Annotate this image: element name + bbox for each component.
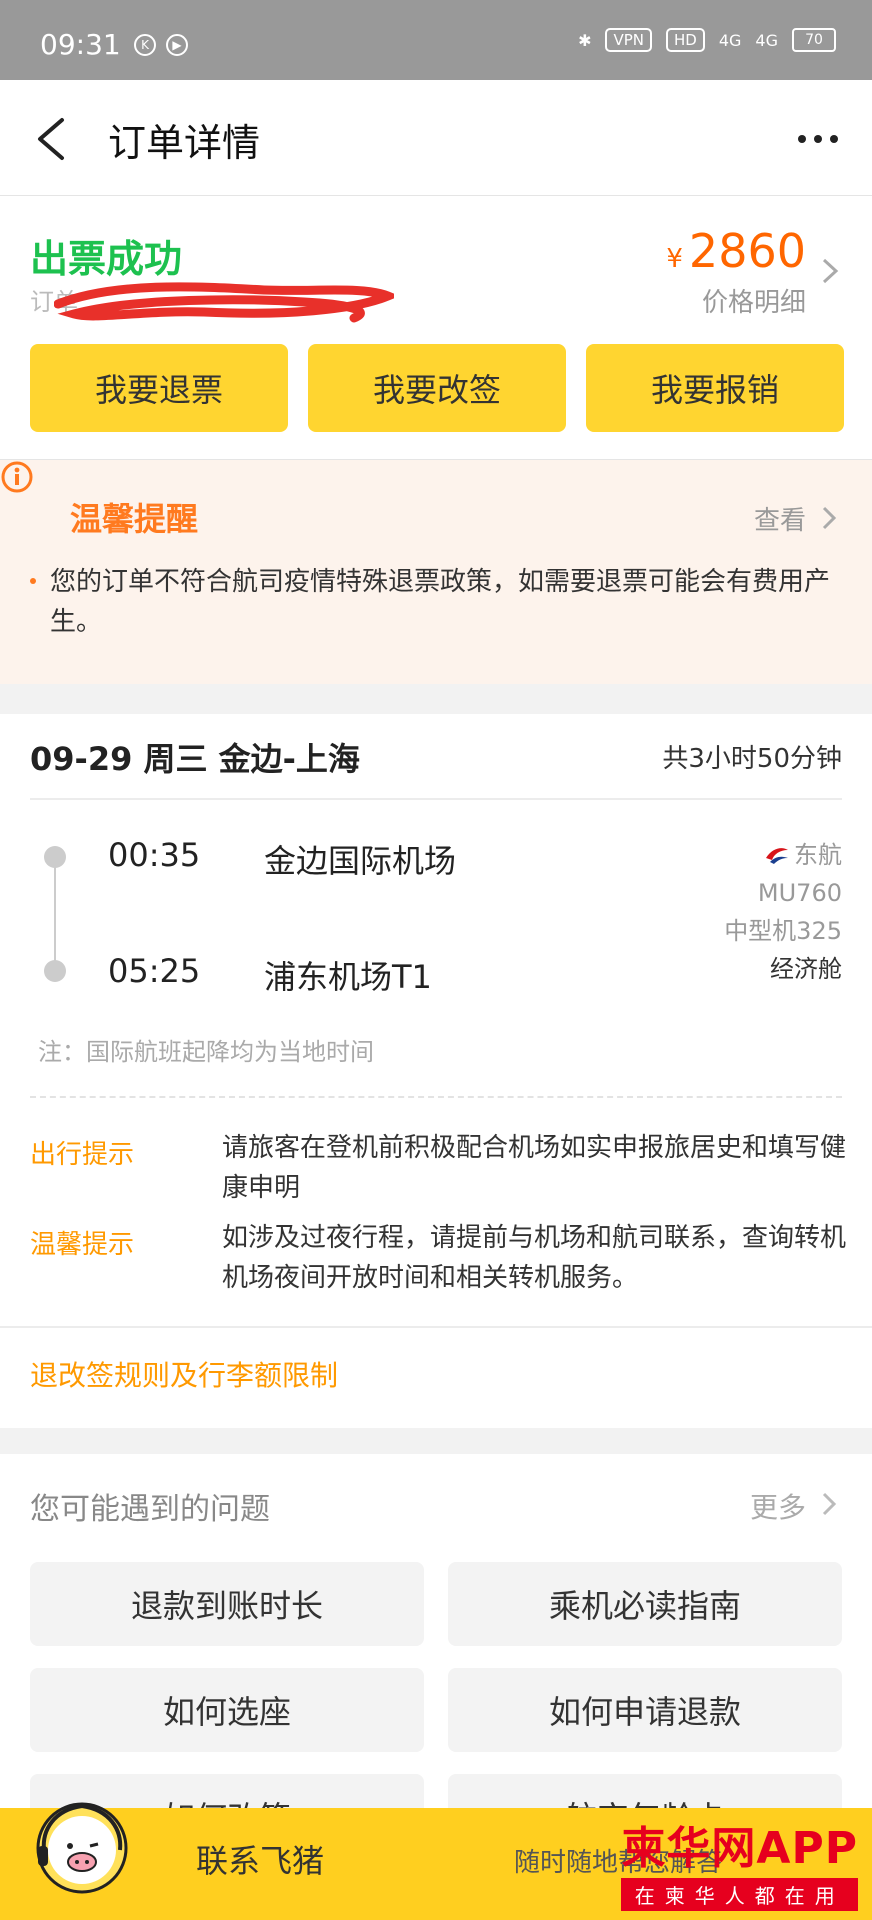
- action-buttons: 我要退票 我要改签 我要报销: [30, 344, 844, 432]
- chevron-right-icon[interactable]: [820, 256, 840, 286]
- back-arrow-icon[interactable]: [30, 114, 74, 164]
- battery-icon: 70: [792, 28, 836, 52]
- arrival-dot: [44, 960, 66, 982]
- change-ticket-button[interactable]: 我要改签: [308, 344, 566, 432]
- aircraft-type: 中型机325: [724, 917, 842, 945]
- warm-hint-text: 如涉及过夜行程，请提前与机场和航司联系，查询转机机场夜间开放时间和相关转机服务。: [222, 1223, 847, 1293]
- travel-hint-label: 出行提示: [30, 1140, 135, 1170]
- faq-title: 您可能遇到的问题: [30, 1492, 270, 1527]
- local-time-note: 注：国际航班起降均为当地时间: [38, 1038, 374, 1066]
- order-price[interactable]: ¥2860: [666, 224, 806, 278]
- arrival-time: 05:25: [108, 952, 201, 990]
- airline-name: 东航: [794, 841, 842, 869]
- reminder-text: 您的订单不符合航司疫情特殊退票政策，如需要退票可能会有费用产生。: [50, 567, 831, 637]
- fliggy-avatar-icon: [36, 1802, 128, 1894]
- faq-item[interactable]: 乘机必读指南: [448, 1562, 842, 1646]
- bluetooth-icon: ✱: [578, 30, 592, 50]
- play-icon: ▶: [166, 34, 188, 56]
- timeline-line: [54, 856, 56, 970]
- rules-link[interactable]: 退改签规则及行李额限制: [30, 1354, 338, 1394]
- redaction-scribble: [54, 282, 394, 323]
- departure-dot: [44, 846, 66, 868]
- flight-duration: 共3小时50分钟: [662, 744, 842, 774]
- refund-button[interactable]: 我要退票: [30, 344, 288, 432]
- dashed-divider: [30, 1096, 842, 1098]
- divider: [30, 798, 842, 800]
- info-icon: [1, 461, 33, 493]
- 4g-signal-icon: 4G: [718, 30, 742, 50]
- faq-more-link[interactable]: 更多: [750, 1486, 806, 1526]
- chevron-right-icon[interactable]: [820, 504, 838, 532]
- more-icon[interactable]: [794, 114, 842, 164]
- watermark-sub: 在柬华人都在用: [621, 1878, 858, 1911]
- faq-item[interactable]: 如何选座: [30, 1668, 424, 1752]
- chevron-right-icon[interactable]: [820, 1490, 838, 1518]
- price-detail-link[interactable]: 价格明细: [702, 282, 806, 319]
- 4g-signal-icon: 4G: [755, 30, 778, 50]
- reminder-view-link[interactable]: 查看: [754, 500, 806, 537]
- ticket-status: 出票成功: [30, 237, 183, 281]
- arrival-airport: 浦东机场T1: [264, 958, 432, 996]
- contact-fliggy-label[interactable]: 联系飞猪: [196, 1836, 324, 1882]
- departure-airport: 金边国际机场: [264, 842, 457, 880]
- status-bar: 09:31 K ▶ ✱ VPN HD 4G 4G 70: [0, 0, 872, 80]
- page-title: 订单详情: [108, 121, 261, 165]
- hd-icon: HD: [666, 28, 705, 52]
- watermark-main: 柬华网APP: [621, 1823, 858, 1874]
- watermark-logo: 柬华网APP 在柬华人都在用: [621, 1812, 858, 1911]
- k-icon: K: [134, 34, 156, 56]
- warm-hint-label: 温馨提示: [30, 1230, 135, 1260]
- vpn-icon: VPN: [605, 28, 652, 52]
- reminder-title: 温馨提醒: [70, 500, 199, 538]
- faq-item[interactable]: 退款到账时长: [30, 1562, 424, 1646]
- flight-number: MU760: [757, 879, 842, 907]
- status-time: 09:31: [40, 28, 121, 61]
- faq-item[interactable]: 如何申请退款: [448, 1668, 842, 1752]
- travel-hint-text: 请旅客在登机前积极配合机场如实申报旅居史和填写健康申明: [222, 1133, 847, 1203]
- cabin-class: 经济舱: [770, 955, 842, 983]
- bullet-dot: [30, 578, 36, 584]
- departure-time: 00:35: [108, 836, 201, 874]
- nav-bar: 订单详情: [0, 80, 872, 196]
- reimburse-button[interactable]: 我要报销: [586, 344, 844, 432]
- airline-logo-icon: [766, 848, 788, 864]
- airline-info: 东航 MU760 中型机325 经济舱: [724, 836, 842, 988]
- flight-route: 09-29 周三 金边-上海: [30, 740, 360, 778]
